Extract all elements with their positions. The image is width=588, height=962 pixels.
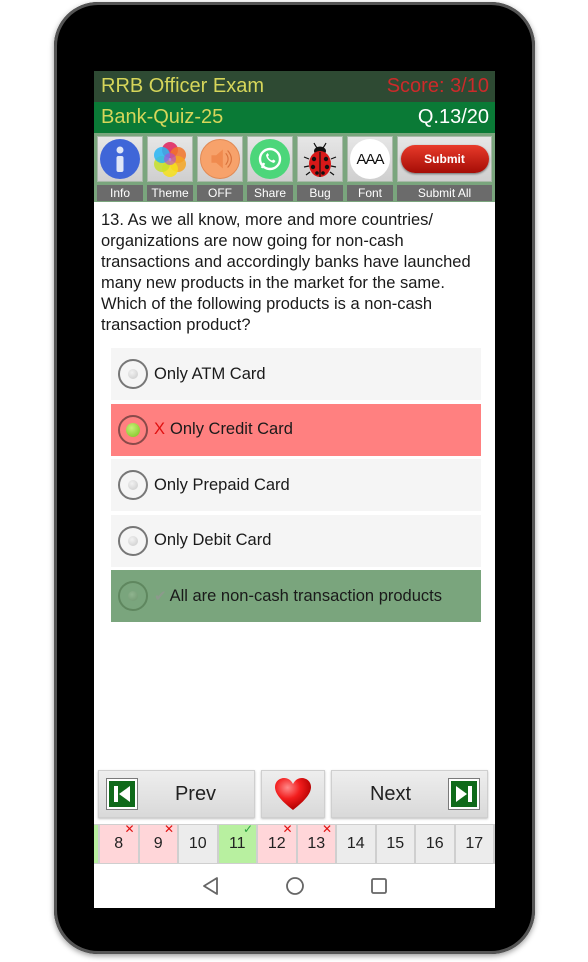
prev-label: Prev [174,782,217,805]
question-cell[interactable]: 8 ✕ [100,822,140,863]
cell-number: 16 [425,835,444,852]
theme-petals-icon [154,142,186,177]
cell-number: 15 [386,835,405,852]
submit-all-button[interactable]: Submit [397,136,492,182]
wrong-badge-icon: ✕ [321,822,332,836]
option-label: Only Credit Card [170,420,293,438]
app-title: RRB Officer Exam [101,75,264,97]
favorite-button[interactable] [261,770,325,818]
cell-number: 17 [465,835,484,852]
skip-back-icon [106,778,138,810]
cell-number: 11 [228,835,246,852]
quiz-name: Bank-Quiz-25 [101,106,224,128]
theme-button[interactable] [147,136,193,182]
question-cell[interactable]: 15 [376,825,416,863]
radio-button-selected[interactable] [118,414,148,445]
option-label: Only ATM Card [154,364,266,383]
wrong-badge-icon: ✕ [282,822,293,836]
answer-options: Only ATM Card X Only Credit Card Only Pr… [111,348,481,622]
question-cell[interactable]: 11 ✓ [218,822,258,863]
option-label: All are non-cash transaction products [169,586,442,605]
recents-icon[interactable] [368,875,390,897]
info-icon [100,139,140,179]
check-mark-icon: ✔ [154,588,167,605]
question-cell[interactable]: 16 [416,825,456,863]
radio-button[interactable] [118,525,148,556]
font-size-button[interactable]: AAA [347,136,393,182]
cell-number: 12 [267,835,286,852]
header-bar: RRB Officer Exam Score: 3/10 [94,71,495,102]
option-only-debit-card[interactable]: Only Debit Card [111,514,481,567]
question-cell[interactable]: 17 [455,825,495,863]
wrong-badge-icon: ✕ [124,822,135,836]
next-label: Next [369,782,412,805]
wrong-badge-icon: ✕ [163,822,174,836]
radio-button[interactable] [118,581,148,611]
navigation-bar: Prev Next [94,768,495,823]
share-button[interactable] [247,136,293,182]
question-cell[interactable]: 10 [179,825,219,863]
back-icon[interactable] [200,875,222,897]
radio-button[interactable] [118,470,148,500]
sound-toggle-button[interactable] [197,136,243,182]
radio-button[interactable] [118,359,148,389]
wrong-mark-icon: X [154,420,166,438]
font-icon-text: AAA [356,150,384,168]
next-button[interactable]: Next [331,770,488,818]
theme-label: Theme [147,185,193,201]
cell-number: 10 [188,835,207,852]
quiz-bar: Bank-Quiz-25 Q.13/20 [94,102,495,133]
question-cell[interactable]: 14 [337,825,377,863]
submit-button[interactable]: Submit [400,145,489,173]
cell-number: 14 [346,835,365,852]
heart-icon [275,778,311,810]
question-strip: 8 ✕ 9 ✕ 10 11 ✓ 12 ✕ 13 ✕ 14 15 16 17 [94,822,495,864]
question-paragraph: 13. As we all know, more and more countr… [101,211,471,292]
option-only-atm-card[interactable]: Only ATM Card [111,348,481,400]
bug-report-button[interactable] [297,136,343,182]
whatsapp-icon [250,139,290,179]
question-cell[interactable]: 9 ✕ [139,822,179,863]
option-label: Only Debit Card [154,531,272,549]
skip-forward-icon [448,778,480,810]
option-only-prepaid-card[interactable]: Only Prepaid Card [111,459,481,511]
correct-badge-icon: ✓ [242,822,253,836]
score-label: Score: 3/10 [386,75,489,97]
option-label: Only Prepaid Card [154,475,290,494]
font-label: Font [347,185,393,201]
question-prompt: Which of the following products is a non… [101,295,433,334]
prev-button[interactable]: Prev [98,770,255,818]
question-cell-current[interactable]: 13 ✕ [297,822,337,863]
ladybug-icon [303,142,337,177]
submit-all-label: Submit All [397,185,492,201]
speaker-icon [200,139,240,179]
option-only-credit-card[interactable]: X Only Credit Card [111,403,481,456]
bug-label: Bug [297,185,343,201]
cell-number: 8 [114,835,124,852]
system-navigation-bar [94,864,495,908]
cell-number: 13 [307,835,326,852]
sound-label: OFF [197,185,243,201]
app-screen: RRB Officer Exam Score: 3/10 Bank-Quiz-2… [94,71,495,908]
font-size-icon: AAA [350,139,390,179]
question-text: 13. As we all know, more and more countr… [94,202,495,336]
submit-button-label: Submit [424,152,465,166]
question-cell[interactable]: 12 ✕ [258,822,298,863]
share-label: Share [247,185,293,201]
option-all-non-cash[interactable]: ✔ All are non-cash transaction products [111,570,481,622]
toolbar: AAA Submit Info Theme OFF Share Bug Font… [94,133,495,202]
home-icon[interactable] [284,875,306,897]
cell-number: 9 [153,835,163,852]
question-counter: Q.13/20 [417,106,489,128]
info-button[interactable] [97,136,143,182]
info-label: Info [97,185,143,201]
